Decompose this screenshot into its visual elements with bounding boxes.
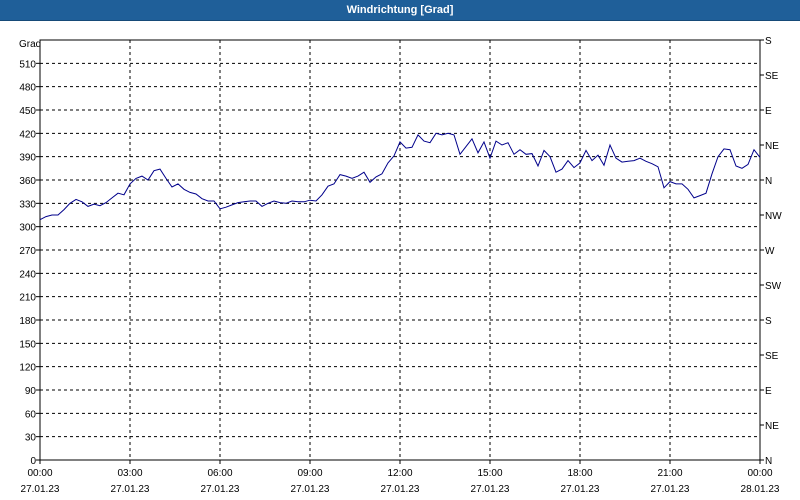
x-tick-time: 00:00 xyxy=(27,468,52,479)
x-tick-date: 28.01.23 xyxy=(741,484,780,495)
y-tick-label: 30 xyxy=(25,433,37,444)
y-tick-label: 150 xyxy=(19,339,36,350)
x-tick-time: 15:00 xyxy=(477,468,502,479)
x-axis-ticks: 00:00 27.01.23 03:00 27.01.23 06:00 27.01.23 0… xyxy=(21,460,780,495)
right-tick-label: NE xyxy=(765,141,779,152)
wind-direction-chart: Grad 0 30 60 90 120 150 180 210 240 270 300 330 360 3… xyxy=(19,36,782,495)
x-tick-time: 00:00 xyxy=(747,468,772,479)
right-tick-label: W xyxy=(765,246,775,257)
y-tick-label: 0 xyxy=(30,456,36,467)
x-tick-date: 27.01.23 xyxy=(381,484,420,495)
right-tick-label: E xyxy=(765,386,772,397)
y-tick-label: 60 xyxy=(25,409,37,420)
y-tick-label: 180 xyxy=(19,316,36,327)
y-tick-label: 390 xyxy=(19,153,36,164)
x-tick-time: 06:00 xyxy=(207,468,232,479)
right-tick-label: NE xyxy=(765,421,779,432)
right-tick-label: N xyxy=(765,456,772,467)
y-tick-label: 330 xyxy=(19,199,36,210)
chart-title-bar: Windrichtung [Grad] xyxy=(0,0,800,21)
y-axis-ticks: 0 30 60 90 120 150 180 210 240 270 300 330 360 390 420… xyxy=(19,59,40,467)
series-line xyxy=(39,132,761,221)
y-tick-label: 420 xyxy=(19,129,36,140)
x-tick-date: 27.01.23 xyxy=(561,484,600,495)
x-tick-date: 27.01.23 xyxy=(201,484,240,495)
y-tick-label: 120 xyxy=(19,363,36,374)
right-tick-label: S xyxy=(765,36,772,47)
y-tick-label: 270 xyxy=(19,246,36,257)
y-tick-label: 510 xyxy=(19,59,36,70)
y-tick-label: 240 xyxy=(19,269,36,280)
y-tick-label: 480 xyxy=(19,83,36,94)
y-tick-label: 450 xyxy=(19,106,36,117)
x-tick-date: 27.01.23 xyxy=(21,484,60,495)
right-tick-label: SE xyxy=(765,71,779,82)
x-tick-date: 27.01.23 xyxy=(471,484,510,495)
x-tick-time: 03:00 xyxy=(117,468,142,479)
y-tick-label: 300 xyxy=(19,223,36,234)
right-tick-label: SW xyxy=(765,281,782,292)
x-tick-date: 27.01.23 xyxy=(111,484,150,495)
x-tick-time: 21:00 xyxy=(657,468,682,479)
x-tick-date: 27.01.23 xyxy=(291,484,330,495)
right-tick-label: SE xyxy=(765,351,779,362)
x-tick-time: 18:00 xyxy=(567,468,592,479)
y-tick-label: 90 xyxy=(25,386,37,397)
x-tick-date: 27.01.23 xyxy=(651,484,690,495)
x-tick-time: 12:00 xyxy=(387,468,412,479)
right-axis-ticks: N NE E SE S SW W NW N NE E SE S xyxy=(760,36,782,467)
y-tick-label: 210 xyxy=(19,293,36,304)
chart-title: Windrichtung [Grad] xyxy=(346,4,454,16)
right-tick-label: NW xyxy=(765,211,782,222)
right-tick-label: N xyxy=(765,176,772,187)
y-tick-label: 360 xyxy=(19,176,36,187)
grid xyxy=(40,40,760,460)
right-tick-label: S xyxy=(765,316,772,327)
right-tick-label: E xyxy=(765,106,772,117)
x-tick-time: 09:00 xyxy=(297,468,322,479)
y-axis-label: Grad xyxy=(19,39,41,50)
